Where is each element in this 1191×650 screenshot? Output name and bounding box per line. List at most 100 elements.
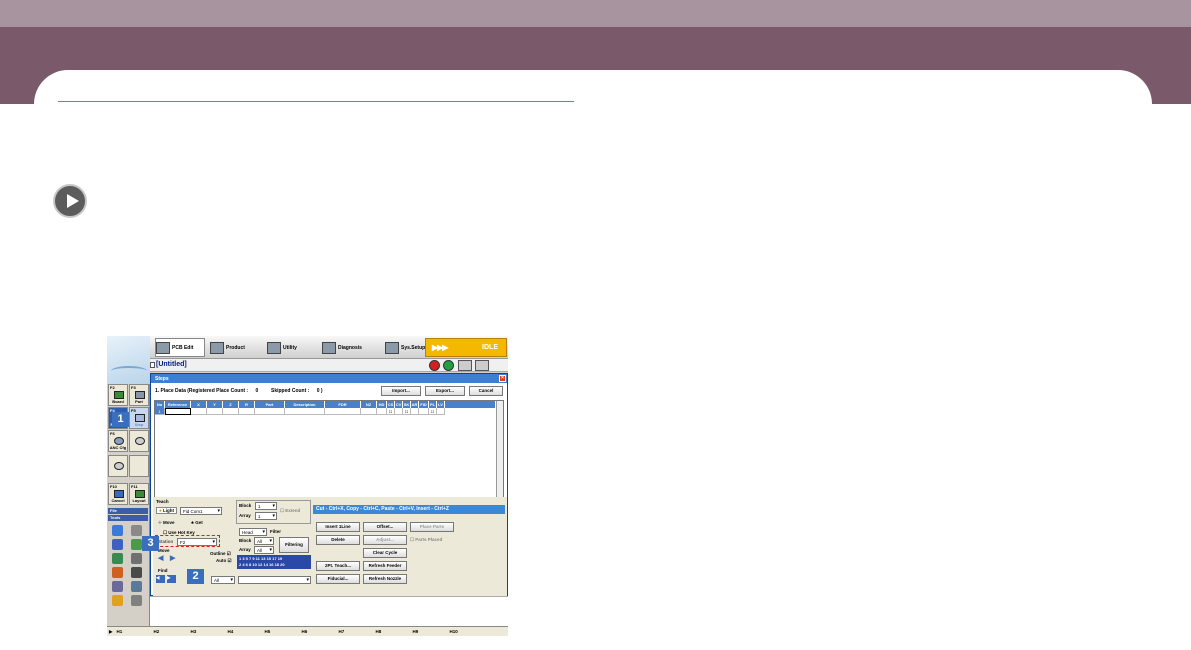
grid-cell[interactable] [325, 408, 361, 415]
grid-cell[interactable]: 1 [155, 408, 165, 415]
block2-combo[interactable]: All [254, 537, 274, 545]
file-header[interactable]: File [108, 508, 148, 514]
extend-checkbox[interactable]: ☐ Extend [280, 508, 300, 514]
head-combo[interactable]: Head [239, 528, 267, 536]
board-button[interactable]: F2 Board [108, 384, 128, 406]
station-combo[interactable]: F2 [177, 538, 217, 546]
column-header[interactable]: FDR [325, 401, 361, 408]
adjust-button[interactable]: Adjust... [363, 535, 407, 545]
clear-cycle-button[interactable]: Clear Cycle [363, 548, 407, 558]
grid-cell[interactable] [165, 408, 191, 415]
grid-cell[interactable] [361, 408, 377, 415]
move-button[interactable]: ✛ Move [158, 520, 175, 526]
arrow-right-icon[interactable]: ▶ [170, 554, 175, 562]
anc-cfg-button[interactable]: F6 ANC Cfg [108, 430, 128, 452]
arrow-left-icon[interactable]: ◀ [158, 554, 163, 562]
feeder-icon[interactable] [112, 539, 123, 550]
start-button[interactable] [443, 360, 454, 371]
fiducial-action-button[interactable]: Fiducial... [316, 574, 360, 584]
grid-cell[interactable] [411, 408, 419, 415]
array2-combo[interactable]: All [254, 546, 274, 554]
tab-product[interactable]: Product [210, 338, 262, 357]
column-header[interactable]: Part [255, 401, 285, 408]
home-icon[interactable] [112, 525, 123, 536]
cancel-dialog-button[interactable]: Cancel [469, 386, 503, 396]
tools-icon[interactable] [131, 553, 142, 564]
play-icon[interactable] [53, 184, 87, 218]
light-button[interactable]: ● Light [156, 507, 177, 514]
play-status-icon[interactable]: ▶ [109, 629, 112, 635]
column-header[interactable]: AR [411, 401, 419, 408]
column-header[interactable]: Reference [165, 401, 191, 408]
grid-cell[interactable] [223, 408, 239, 415]
column-header[interactable]: FID [419, 401, 429, 408]
column-header[interactable]: R [239, 401, 255, 408]
tab-pcb-edit[interactable]: PCB Edit [155, 338, 205, 357]
monitor-button[interactable] [458, 360, 472, 371]
marker-icon[interactable] [112, 567, 123, 578]
light-icon[interactable] [112, 595, 123, 606]
settings-button[interactable] [475, 360, 489, 371]
search-tool-button[interactable] [129, 430, 149, 452]
teach-icon[interactable] [131, 539, 142, 550]
grid-cell[interactable] [419, 408, 429, 415]
blank-tool-2[interactable] [129, 455, 149, 477]
nozzle-icon[interactable] [131, 525, 142, 536]
refresh-nozzle-button[interactable]: Refresh Nozzle [363, 574, 407, 584]
close-icon[interactable]: × [499, 375, 506, 382]
column-header[interactable]: X [191, 401, 207, 408]
auto-checkbox[interactable]: Auto ☑ [216, 558, 232, 564]
column-header[interactable]: No [155, 401, 165, 408]
parts-placed-checkbox[interactable]: ☐ Parts Placed [410, 537, 442, 543]
step-button[interactable]: F5 Step [129, 407, 149, 429]
column-header[interactable]: NZ [361, 401, 377, 408]
get-button[interactable]: ♣ Get [191, 520, 203, 525]
grid-cell[interactable] [255, 408, 285, 415]
layout-button[interactable]: F11 Layout [129, 483, 149, 505]
two-point-teach-button[interactable]: 2Pt. Teach... [316, 561, 360, 571]
grid-cell[interactable] [395, 408, 403, 415]
column-header[interactable]: Description [285, 401, 325, 408]
array-combo[interactable]: 1 [255, 512, 277, 520]
place-parts-button[interactable]: Place Parts [410, 522, 454, 532]
column-header[interactable]: PL [429, 401, 437, 408]
grid-cell[interactable] [437, 408, 445, 415]
head-number-grid[interactable]: 1 3 5 7 9 11 13 15 17 19 2 4 6 8 10 12 1… [237, 555, 311, 569]
font-icon[interactable] [112, 581, 123, 592]
column-header[interactable]: CS [387, 401, 395, 408]
outline-checkbox[interactable]: Outline ☑ [210, 551, 231, 557]
column-header[interactable]: LV [437, 401, 445, 408]
column-header[interactable]: CV [395, 401, 403, 408]
find-input[interactable] [238, 576, 311, 584]
grid-cell[interactable]: ☐ [429, 408, 437, 415]
grid-cell[interactable] [191, 408, 207, 415]
tab-diagnosis[interactable]: Diagnosis [322, 338, 380, 357]
table-row[interactable]: 1 ☐ ☐ ☐ [155, 408, 495, 415]
offset-button[interactable]: Offset... [363, 522, 407, 532]
insert-line-button[interactable]: Insert 1Line [316, 522, 360, 532]
grid-cell[interactable] [377, 408, 387, 415]
tools-header[interactable]: Tools [108, 515, 148, 521]
find-combo[interactable]: All [211, 576, 235, 584]
block-combo[interactable]: 1 [255, 502, 277, 510]
filtering-button[interactable]: Filtering [279, 537, 309, 553]
export-button[interactable]: Export... [425, 386, 465, 396]
refresh-feeder-button[interactable]: Refresh Feeder [363, 561, 407, 571]
import-button[interactable]: Import... [381, 386, 421, 396]
gauge-icon[interactable] [131, 595, 142, 606]
column-header[interactable]: SK [403, 401, 411, 408]
part-button[interactable]: F3 Part [129, 384, 149, 406]
grid-cell[interactable] [239, 408, 255, 415]
grid-cell[interactable]: ☐ [403, 408, 411, 415]
cancel-button[interactable]: F10 Cancel [108, 483, 128, 505]
camera-icon[interactable] [131, 581, 142, 592]
grid-cell[interactable]: ☐ [387, 408, 395, 415]
bird-icon[interactable] [112, 553, 123, 564]
column-header[interactable]: Y [207, 401, 223, 408]
column-header[interactable]: Z [223, 401, 239, 408]
find-next-icon[interactable]: ▶ [167, 575, 176, 583]
delete-button[interactable]: Delete [316, 535, 360, 545]
find-prev-icon[interactable]: ◀ [156, 575, 165, 583]
stop-button[interactable] [429, 360, 440, 371]
light-combo[interactable]: Fid Com1 [180, 507, 222, 515]
